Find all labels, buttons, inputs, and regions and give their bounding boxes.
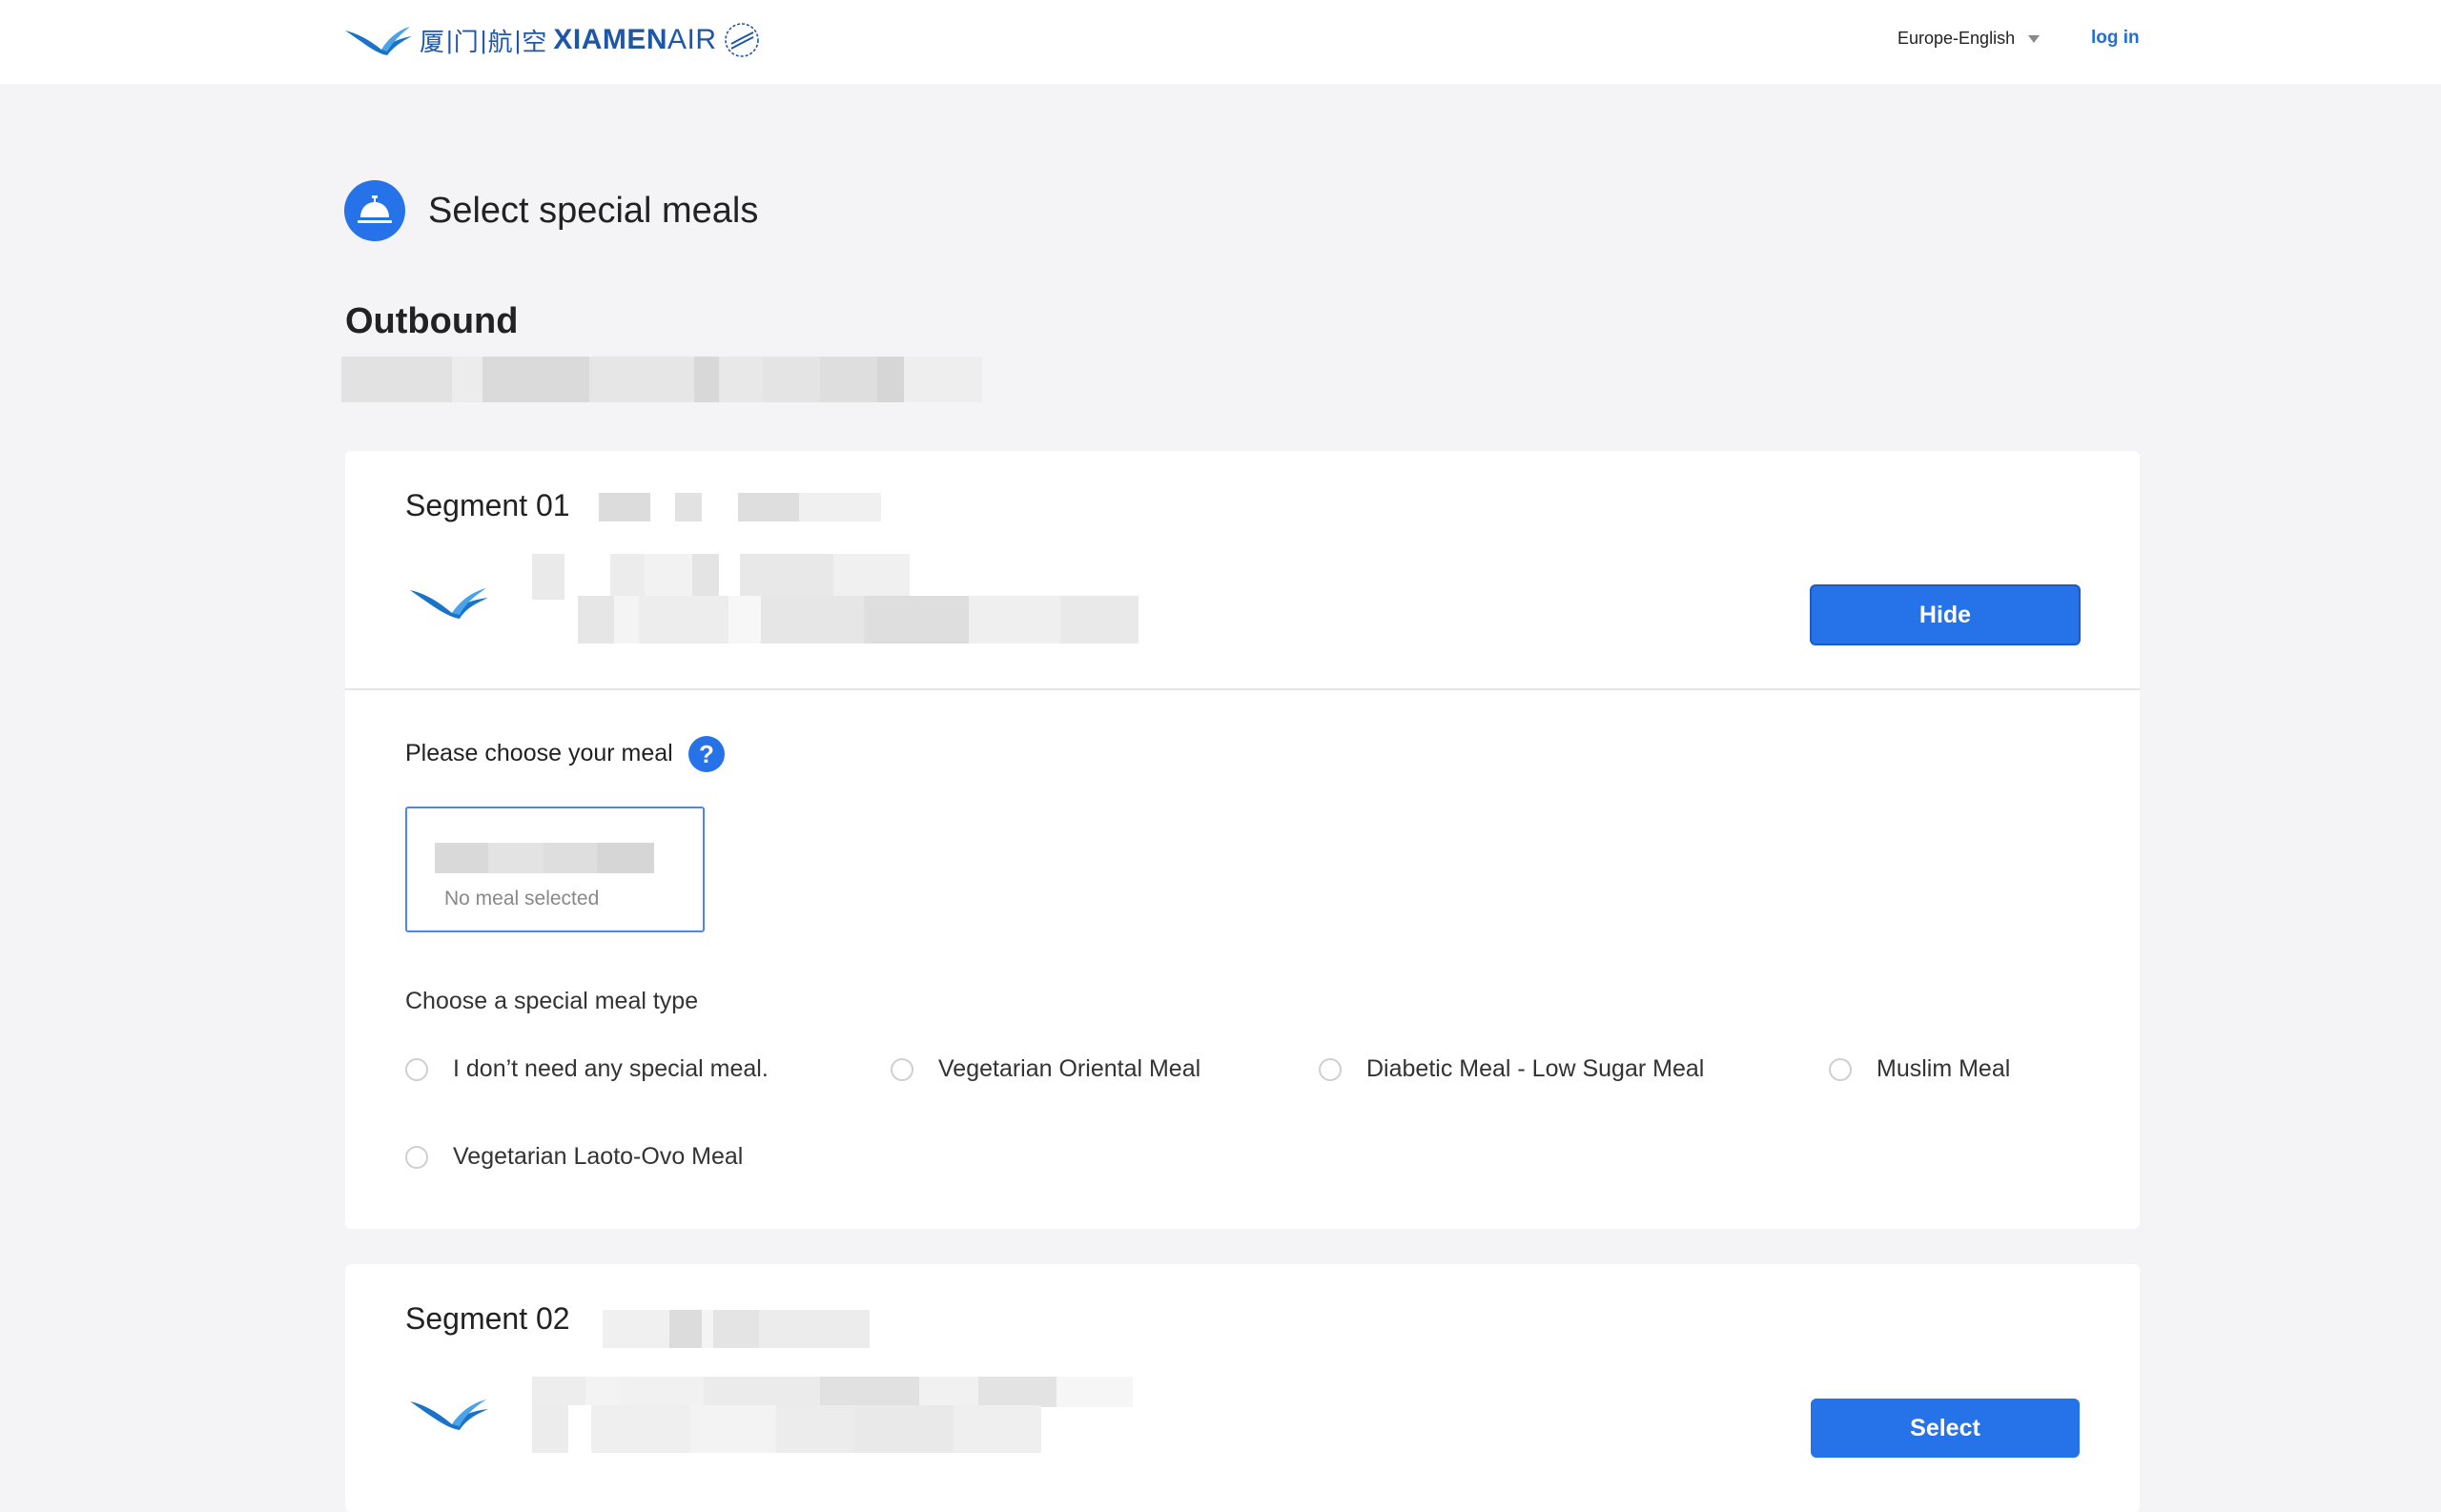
logo-english-bold: XIAMEN bbox=[553, 24, 668, 55]
segment-card-1: Segment 01 Hide Please choose your meal bbox=[345, 451, 2140, 1229]
radio-button[interactable] bbox=[405, 1145, 428, 1169]
xiamenair-egret-icon bbox=[345, 27, 412, 55]
direction-heading: Outbound bbox=[345, 301, 519, 341]
language-selector[interactable]: Europe-English bbox=[1897, 29, 2041, 49]
logo-separator: | bbox=[446, 25, 453, 54]
logo-english-light: AIR bbox=[667, 24, 717, 55]
xiamenair-egret-icon bbox=[410, 588, 488, 619]
meal-option-none[interactable]: I don’t need any special meal. bbox=[405, 1055, 769, 1083]
top-bar: 厦 | 门 | 航 | 空 XIAMENAIR Europe-English l… bbox=[0, 0, 2441, 84]
meal-status-text: No meal selected bbox=[444, 888, 600, 909]
logo-chinese-char-1: 厦 bbox=[420, 28, 446, 57]
question-icon[interactable]: ? bbox=[688, 736, 725, 772]
logo-english: XIAMENAIR bbox=[553, 24, 716, 56]
radio-button[interactable] bbox=[1829, 1057, 1852, 1081]
logo-chinese-char-2: 门 bbox=[453, 28, 480, 57]
selected-meal-card[interactable]: No meal selected bbox=[405, 807, 705, 932]
card-divider bbox=[345, 688, 2140, 690]
redacted-flight-details-top bbox=[532, 554, 974, 600]
radio-button[interactable] bbox=[405, 1057, 428, 1081]
logo-separator: | bbox=[514, 25, 522, 54]
meal-option-label: I don’t need any special meal. bbox=[453, 1055, 769, 1082]
redacted-route-info bbox=[341, 357, 982, 402]
page-heading: Select special meals bbox=[344, 180, 758, 241]
caret-down-icon bbox=[2028, 34, 2041, 43]
choose-meal-label: Please choose your meal bbox=[405, 740, 673, 766]
skyteam-badge-icon bbox=[724, 23, 759, 57]
logo-chinese-char-4: 空 bbox=[522, 28, 548, 57]
redacted-flight-details-bottom bbox=[578, 596, 1150, 644]
radio-button[interactable] bbox=[891, 1057, 913, 1081]
redacted-passenger-name bbox=[435, 843, 654, 873]
page-title: Select special meals bbox=[428, 190, 759, 231]
radio-button[interactable] bbox=[1319, 1057, 1342, 1081]
meal-option-muslim[interactable]: Muslim Meal bbox=[1829, 1055, 2010, 1083]
service-bell-icon bbox=[344, 180, 405, 241]
redacted-flight-details-top bbox=[532, 1377, 1165, 1407]
segment-title: Segment 02 bbox=[405, 1301, 570, 1336]
login-link[interactable]: log in bbox=[2091, 28, 2140, 49]
meal-option-label: Muslim Meal bbox=[1877, 1055, 2011, 1082]
meal-option-label: Diabetic Meal - Low Sugar Meal bbox=[1366, 1055, 1705, 1082]
meal-option-vegetarian-lacto-ovo[interactable]: Vegetarian Laoto-Ovo Meal bbox=[405, 1143, 743, 1171]
meal-option-vegetarian-oriental[interactable]: Vegetarian Oriental Meal bbox=[891, 1055, 1200, 1083]
redacted-segment-date bbox=[603, 1310, 870, 1348]
meal-option-label: Vegetarian Oriental Meal bbox=[938, 1055, 1201, 1082]
segment-card-2: Segment 02 Select bbox=[345, 1264, 2140, 1512]
logo-separator: | bbox=[480, 25, 487, 54]
redacted-flight-details-bottom bbox=[532, 1405, 1041, 1453]
meal-option-label: Vegetarian Laoto-Ovo Meal bbox=[453, 1143, 744, 1170]
select-button[interactable]: Select bbox=[1811, 1399, 2080, 1458]
xiamenair-egret-icon bbox=[410, 1400, 488, 1430]
language-label: Europe-English bbox=[1897, 29, 2016, 48]
xiamenair-logo[interactable]: 厦 | 门 | 航 | 空 XIAMENAIR bbox=[343, 17, 761, 63]
meal-option-diabetic[interactable]: Diabetic Meal - Low Sugar Meal bbox=[1319, 1055, 1704, 1083]
hide-button[interactable]: Hide bbox=[1810, 584, 2081, 645]
meal-type-label: Choose a special meal type bbox=[405, 988, 699, 1014]
logo-chinese-char-3: 航 bbox=[487, 28, 514, 57]
redacted-segment-date bbox=[599, 493, 881, 521]
segment-title: Segment 01 bbox=[405, 488, 570, 522]
